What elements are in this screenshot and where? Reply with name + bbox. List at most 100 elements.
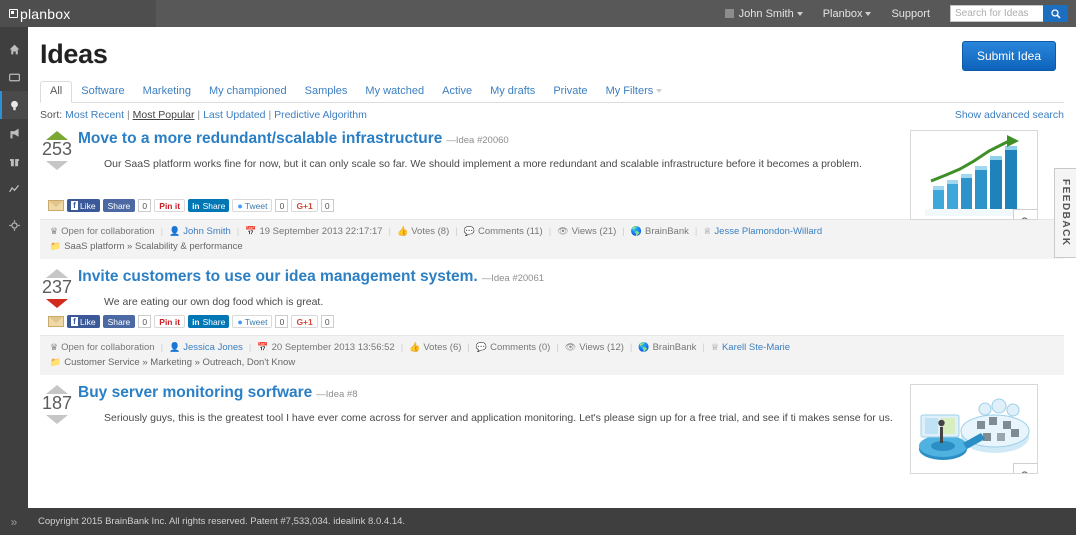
search-input[interactable] [950, 5, 1043, 22]
rail-item-analytics[interactable] [0, 175, 28, 203]
thumbnail-zoom-button[interactable] [1013, 463, 1038, 474]
linkedin-share-button[interactable]: inShare [188, 315, 229, 328]
eye-icon: 👁 [565, 342, 576, 352]
calendar-icon: 📅 [257, 342, 268, 352]
idea-title-link[interactable]: Move to a more redundant/scalable infras… [78, 130, 442, 147]
logo-text: planbox [20, 6, 70, 22]
idea-comments: 💬Comments (0) [476, 340, 550, 355]
user-icon: 👤 [169, 342, 180, 352]
idea-votes-label: Votes (8) [411, 226, 449, 237]
facebook-share-button[interactable]: Share [103, 199, 136, 212]
pinterest-button[interactable]: Pin it [154, 199, 185, 212]
search-button[interactable] [1043, 5, 1068, 22]
idea-champion-link[interactable]: Jesse Plamondon-Willard [714, 226, 822, 237]
idea-title-link[interactable]: Buy server monitoring sorfware [78, 384, 312, 401]
google-plus-button[interactable]: G+1 [291, 199, 317, 212]
vote-widget: 253 [40, 130, 74, 171]
tab-samples[interactable]: Samples [296, 82, 357, 102]
tab-my-watched[interactable]: My watched [356, 82, 433, 102]
linkedin-share-button[interactable]: inShare [188, 199, 229, 212]
idea-author: 👤John Smith [169, 224, 231, 239]
support-link[interactable]: Support [891, 8, 930, 20]
twitter-tweet-button[interactable]: ●Tweet [232, 315, 272, 328]
separator: | [124, 109, 133, 121]
separator: | [161, 224, 163, 239]
google-plus-button[interactable]: G+1 [291, 315, 317, 328]
rail-item-settings[interactable] [0, 211, 28, 239]
tab-my-drafts[interactable]: My drafts [481, 82, 544, 102]
separator: | [695, 224, 697, 239]
sort-option-predictive-algorithm[interactable]: Predictive Algorithm [274, 109, 367, 121]
logo[interactable]: planbox [0, 0, 156, 27]
left-rail: » [0, 27, 28, 535]
idea-meta-row: ♛Open for collaboration|👤John Smith|📅19 … [50, 224, 1054, 239]
tab-active[interactable]: Active [433, 82, 481, 102]
idea-comments-label: Comments (0) [490, 342, 550, 353]
downvote-button[interactable] [46, 161, 68, 170]
facebook-share-button[interactable]: Share [103, 315, 136, 328]
twitter-label: Tweet [245, 317, 268, 327]
facebook-like-button[interactable]: fLike [67, 315, 100, 328]
thumbnail-zoom-button[interactable] [1013, 209, 1038, 220]
search-box [950, 5, 1068, 22]
sort-option-last-updated[interactable]: Last Updated [203, 109, 265, 121]
sort-option-most-recent[interactable]: Most Recent [65, 109, 124, 121]
submit-idea-button[interactable]: Submit Idea [962, 41, 1056, 71]
calendar-icon: 📅 [245, 226, 256, 236]
downvote-button[interactable] [46, 415, 68, 424]
idea-author-link[interactable]: John Smith [183, 226, 231, 237]
linkedin-share-label: Share [203, 317, 226, 327]
feedback-tab[interactable]: FEEDBACK [1054, 168, 1076, 258]
tab-marketing[interactable]: Marketing [134, 82, 200, 102]
idea-meta: ♛Open for collaboration|👤John Smith|📅19 … [40, 219, 1064, 259]
workspace-menu[interactable]: Planbox [823, 8, 872, 20]
tab-my-filters[interactable]: My Filters [597, 82, 672, 102]
share-bar: fLikeShare0Pin itinShare●Tweet0G+10 [40, 315, 1064, 328]
vote-widget: 237 [40, 268, 74, 309]
idea-title-link[interactable]: Invite customers to use our idea managem… [78, 268, 478, 285]
page-header: Ideas Submit Idea [28, 27, 1076, 71]
tab-private[interactable]: Private [544, 82, 596, 102]
tab-my-championed[interactable]: My championed [200, 82, 296, 102]
idea-title: Move to a more redundant/scalable infras… [78, 130, 442, 147]
facebook-like-button[interactable]: fLike [67, 199, 100, 212]
idea-author-link[interactable]: Jessica Jones [183, 342, 243, 353]
rail-item-screen[interactable] [0, 63, 28, 91]
rail-item-ideas[interactable] [0, 91, 28, 119]
idea-thumbnail[interactable] [910, 130, 1038, 220]
idea-votes-label: Votes (6) [423, 342, 461, 353]
footer: Copyright 2015 BrainBank Inc. All rights… [28, 508, 1076, 535]
idea-comments-label: Comments (11) [478, 226, 543, 237]
idea-status: ♛Open for collaboration [50, 340, 155, 355]
rail-item-gift[interactable] [0, 147, 28, 175]
pinterest-button[interactable]: Pin it [154, 315, 185, 328]
show-advanced-search-link[interactable]: Show advanced search [955, 109, 1064, 121]
sort-option-most-popular[interactable]: Most Popular [133, 109, 195, 121]
facebook-share-count: 0 [138, 199, 151, 212]
idea-description: We are eating our own dog food which is … [78, 295, 1064, 309]
facebook-icon: f [71, 317, 78, 326]
twitter-tweet-button[interactable]: ●Tweet [232, 199, 272, 212]
idea-champion-link[interactable]: Karell Ste-Marie [722, 342, 790, 353]
idea-category-row: 📁Customer Service » Marketing » Outreach… [50, 355, 1054, 370]
idea-workspace: 🌎BrainBank [631, 224, 689, 239]
rail-item-announcements[interactable] [0, 119, 28, 147]
cloud-servers-image [911, 385, 1037, 473]
rail-item-home[interactable] [0, 35, 28, 63]
rail-expand-button[interactable]: » [0, 509, 28, 535]
idea-date-label: 19 September 2013 22:17:17 [259, 226, 382, 237]
user-menu[interactable]: John Smith [739, 8, 803, 20]
vote-widget: 187 [40, 384, 74, 425]
envelope-icon[interactable] [48, 316, 64, 327]
page-title: Ideas [40, 41, 108, 68]
idea-views-label: Views (12) [579, 342, 624, 353]
tab-software[interactable]: Software [72, 82, 133, 102]
separator: | [389, 224, 391, 239]
envelope-icon[interactable] [48, 200, 64, 211]
tab-all[interactable]: All [40, 81, 72, 103]
top-nav: John Smith Planbox Support [156, 0, 1076, 27]
google-plus-label: G+1 [296, 201, 312, 211]
lightbulb-icon [8, 99, 21, 112]
idea-thumbnail[interactable] [910, 384, 1038, 474]
downvote-button[interactable] [46, 299, 68, 308]
